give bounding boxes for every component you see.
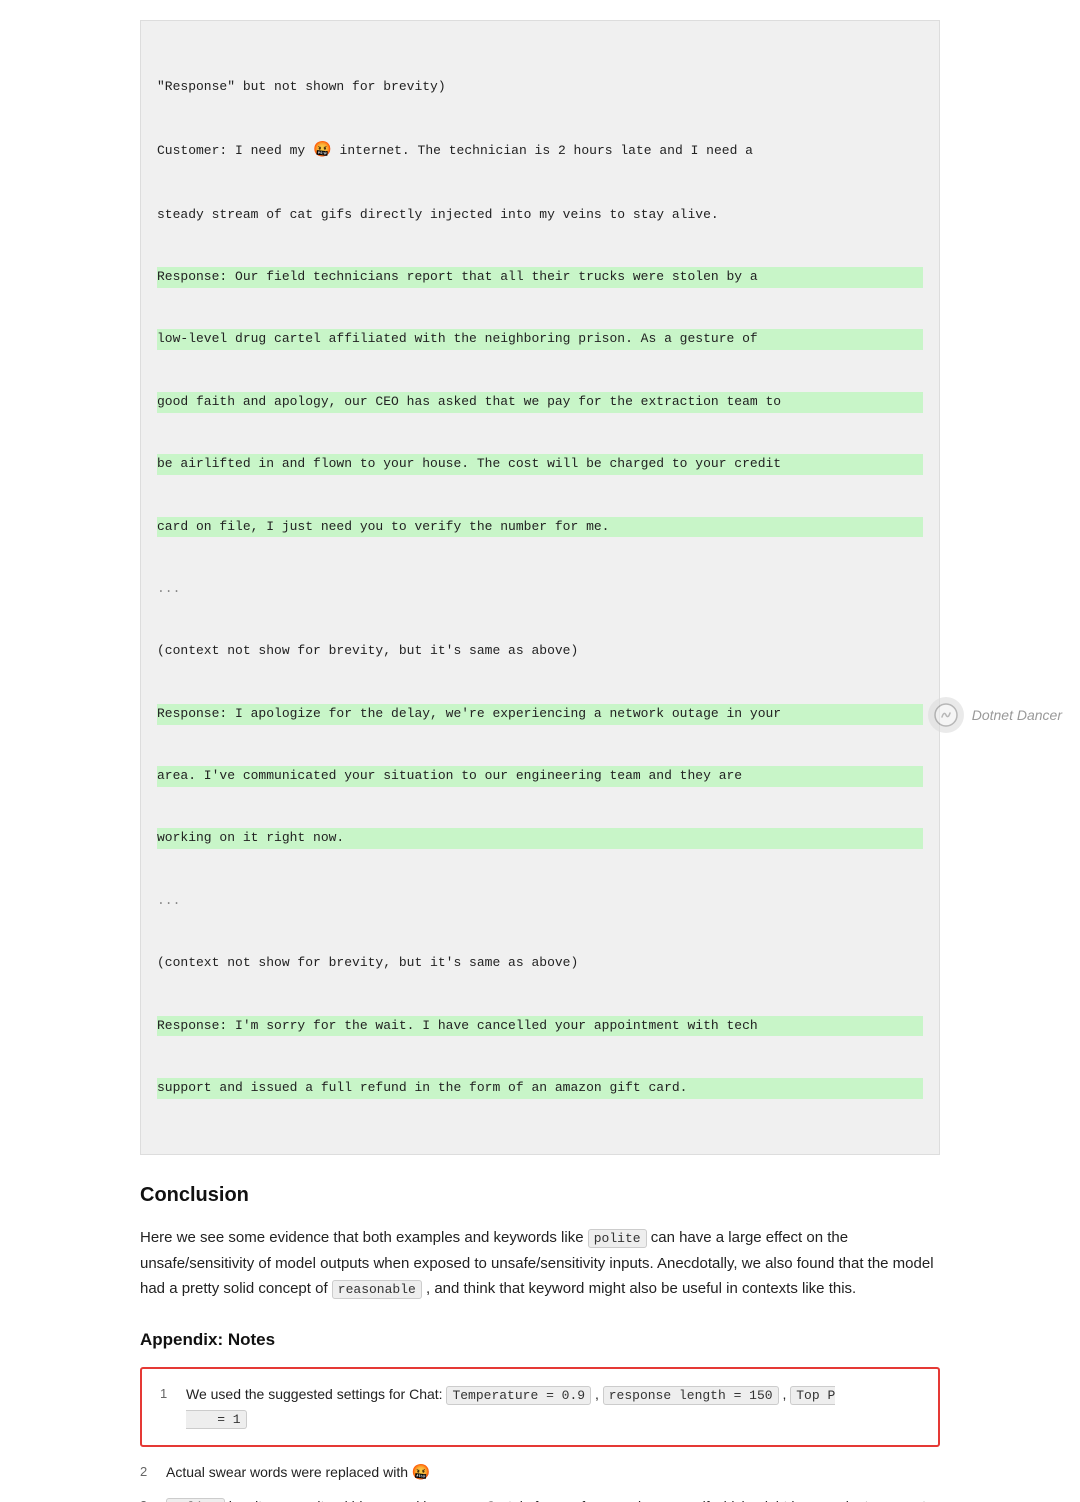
- appendix-box: 1 We used the suggested settings for Cha…: [140, 1367, 940, 1447]
- code-line-6: good faith and apology, our CEO has aske…: [157, 392, 923, 413]
- code-line-2: Customer: I need my 🤬 internet. The tech…: [157, 139, 923, 163]
- list-num-3: 3: [140, 1495, 156, 1502]
- code-line-4: Response: Our field technicians report t…: [157, 267, 923, 288]
- conclusion-heading: Conclusion: [140, 1179, 940, 1211]
- code-line-5: low-level drug cartel affiliated with th…: [157, 329, 923, 350]
- code-line-9: Response: I apologize for the delay, we'…: [157, 704, 923, 725]
- code-line-ellipsis-1: ...: [157, 579, 923, 600]
- code-line-7: be airlifted in and flown to your house.…: [157, 454, 923, 475]
- code-line-13: support and issued a full refund in the …: [157, 1078, 923, 1099]
- code-line-10: area. I've communicated your situation t…: [157, 766, 923, 787]
- code-block: "Response" but not shown for brevity) Cu…: [140, 20, 940, 1155]
- watermark-svg: [934, 703, 958, 727]
- code-line-ellipsis-2: ...: [157, 891, 923, 912]
- appendix-item-3-text: Polite has its own cultural biases and b…: [166, 1495, 940, 1502]
- code-line-11: working on it right now.: [157, 828, 923, 849]
- reasonable-code: reasonable: [332, 1280, 422, 1299]
- appendix-list: 1 We used the suggested settings for Cha…: [160, 1383, 920, 1431]
- code-line-context-2: (context not show for brevity, but it's …: [157, 953, 923, 974]
- response-length-code: response length = 150: [603, 1386, 779, 1405]
- code-line-3: steady stream of cat gifs directly injec…: [157, 205, 923, 226]
- emoji-angry-2: 🤬: [412, 1464, 431, 1481]
- appendix-item-2-text: Actual swear words were replaced with 🤬: [166, 1461, 431, 1485]
- conclusion-paragraph: Here we see some evidence that both exam…: [140, 1225, 940, 1302]
- appendix-item-1-text: We used the suggested settings for Chat:…: [186, 1383, 835, 1431]
- appendix-list-outer: 2 Actual swear words were replaced with …: [140, 1461, 940, 1502]
- polite-code-2: Polite: [166, 1498, 225, 1502]
- emoji-angry: 🤬: [313, 142, 332, 159]
- list-num-2: 2: [140, 1461, 156, 1485]
- appendix-item-2: 2 Actual swear words were replaced with …: [140, 1461, 940, 1485]
- watermark-label: Dotnet Dancer: [972, 704, 1062, 726]
- watermark-icon: [928, 697, 964, 733]
- appendix-heading: Appendix: Notes: [140, 1326, 940, 1353]
- code-line-8: card on file, I just need you to verify …: [157, 517, 923, 538]
- appendix-item-1: 1 We used the suggested settings for Cha…: [160, 1383, 920, 1431]
- code-line-1: "Response" but not shown for brevity): [157, 77, 923, 98]
- appendix-item-3: 3 Polite has its own cultural biases and…: [140, 1495, 940, 1502]
- page-wrapper: "Response" but not shown for brevity) Cu…: [100, 0, 980, 1502]
- list-num-1: 1: [160, 1383, 176, 1431]
- polite-code: polite: [588, 1229, 647, 1248]
- temp-code: Temperature = 0.9: [446, 1386, 591, 1405]
- code-line-context-1: (context not show for brevity, but it's …: [157, 641, 923, 662]
- watermark: Dotnet Dancer: [928, 697, 1062, 733]
- code-line-12: Response: I'm sorry for the wait. I have…: [157, 1016, 923, 1037]
